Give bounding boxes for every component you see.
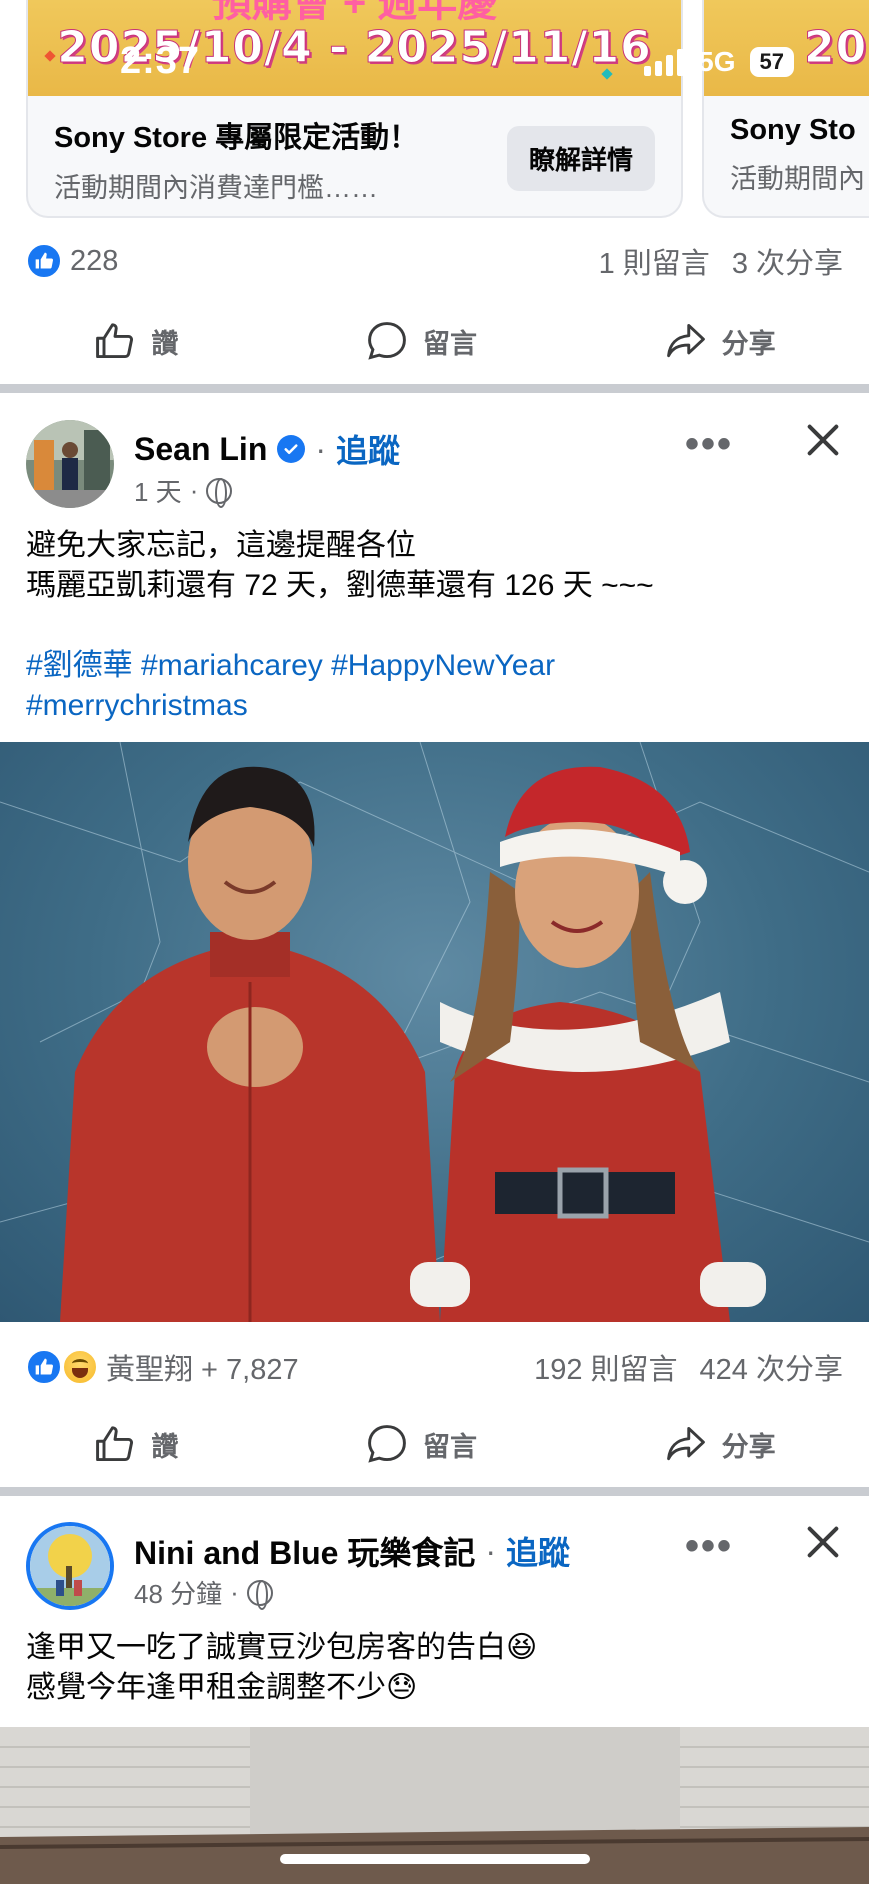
comment-bubble-icon [368,1425,406,1463]
like-count: 228 [70,244,119,277]
haha-reaction-icon [62,1349,98,1385]
ad-carousel[interactable]: 預購會 + 週年慶 2025/10/4 - 2025/11/16 Sony St… [0,0,869,222]
post-text: 感覺今年逢甲租金調整不少 [26,1671,386,1704]
feed-divider [0,384,869,393]
separator-dot: · [189,475,199,505]
like-reaction-icon [26,1349,62,1385]
ad-banner-dates: 2025/10/4 - 2025/11/16 [57,22,652,74]
close-icon[interactable] [803,420,843,460]
share-arrow-icon [666,323,705,358]
reaction-count[interactable]: 228 [26,243,118,279]
comment-label: 留言 [422,1431,477,1462]
share-label: 分享 [721,328,776,359]
post-text-spacer [26,606,843,646]
woman-figure [410,766,766,1322]
comment-count[interactable]: 1 則留言 [599,248,710,280]
reaction-count[interactable]: 黃聖翔 + 7,827 [26,1346,299,1388]
share-arrow-icon [666,1426,705,1461]
post-action-bar: 讚 留言 分享 [0,306,869,376]
follow-button[interactable]: 追蹤 [506,1528,570,1574]
like-button[interactable]: 讚 [93,319,178,363]
reaction-names: 黃聖翔 + 7,827 [106,1354,299,1386]
like-button[interactable]: 讚 [93,1422,178,1466]
post-action-bar: 讚 留言 分享 [0,1409,869,1479]
post-meta: 1 天 · [134,472,233,509]
post-meta: 48 分鐘 · [134,1574,273,1611]
avatar[interactable] [26,1522,114,1610]
more-dots-icon[interactable]: ••• [685,422,733,467]
post-reactions-summary[interactable]: 黃聖翔 + 7,827 192 則留言 424 次分享 [26,1346,843,1388]
engagement-counts[interactable]: 1 則留言 3 次分享 [599,240,843,282]
sweat-emoji-icon: 😓 [386,1671,418,1704]
separator-dot: · [485,1532,497,1569]
thumbs-up-icon [96,323,134,359]
home-indicator[interactable] [280,1854,590,1864]
globe-icon [246,1579,273,1610]
comment-label: 留言 [422,328,477,359]
ad-card[interactable]: 預購會 + 週年慶 2025/10/4 - 2025/11/16 Sony St… [26,0,683,218]
separator-dot: · [315,430,327,467]
post-author-line: Nini and Blue 玩樂食記 · 追蹤 [134,1528,570,1574]
avatar[interactable] [26,420,114,508]
share-button[interactable]: 分享 [664,319,776,363]
share-count[interactable]: 424 次分享 [700,1354,843,1386]
post-photo[interactable] [0,742,869,1322]
share-count[interactable]: 3 次分享 [732,248,843,280]
ad-body: Sony Sto 活動期間內 [704,96,869,196]
ad-banner-dates: 202 [804,22,869,74]
follow-button[interactable]: 追蹤 [336,426,400,472]
ad-description: 活動期間內 [730,164,865,194]
post-body: 避免大家忘記，這邊提醒各位 瑪麗亞凱莉還有 72 天，劉德華還有 126 天 ~… [26,526,843,726]
post-text-line: 感覺今年逢甲租金調整不少😓 [26,1668,843,1708]
hashtags-line[interactable]: #merrychristmas [26,686,843,726]
like-label: 讚 [151,1431,179,1462]
globe-icon [206,477,233,508]
verified-badge-icon [277,435,306,463]
post-text-line: 避免大家忘記，這邊提醒各位 [26,529,416,562]
author-name[interactable]: Nini and Blue 玩樂食記 [134,1528,475,1574]
like-reaction-icon [26,243,62,279]
laughing-emoji-icon: 😆 [506,1631,538,1664]
feed-divider [0,1487,869,1496]
ad-banner-image: 預購會 + 週年慶 2025/10/4 - 2025/11/16 [28,0,681,96]
post-time[interactable]: 1 天 [134,472,182,509]
comment-button[interactable]: 留言 [365,1422,477,1466]
post-body: 逢甲又一吃了誠實豆沙包房客的告白😆 感覺今年逢甲租金調整不少😓 [26,1628,843,1708]
close-icon[interactable] [803,1522,843,1562]
post-author-line: Sean Lin · 追蹤 [134,426,400,472]
ad-title: Sony Sto [730,114,856,146]
comment-count[interactable]: 192 則留言 [534,1354,677,1386]
ad-banner-image: 202 [704,0,869,96]
post-header: Sean Lin · 追蹤 1 天 · ••• [26,420,843,512]
engagement-counts[interactable]: 192 則留言 424 次分享 [534,1346,843,1388]
comment-bubble-icon [368,322,406,360]
separator-dot: · [230,1577,239,1607]
thumbs-up-icon [96,1426,134,1462]
post-text: 逢甲又一吃了誠實豆沙包房客的告白 [26,1631,506,1664]
post-text-line: 瑪麗亞凱莉還有 72 天，劉德華還有 126 天 ~~~ [26,569,654,602]
comment-button[interactable]: 留言 [365,319,477,363]
hashtags-line[interactable]: #劉德華 #mariahcarey #HappyNewYear [26,646,843,686]
more-dots-icon[interactable]: ••• [685,1524,733,1569]
author-name[interactable]: Sean Lin [134,431,267,468]
ad-body: Sony Store 專屬限定活動！ 活動期間內消費達門檻…… 瞭解詳情 [28,96,681,205]
post-header: Nini and Blue 玩樂食記 · 追蹤 48 分鐘 · ••• [26,1522,843,1614]
like-label: 讚 [151,328,179,359]
learn-more-button[interactable]: 瞭解詳情 [506,126,655,191]
share-button[interactable]: 分享 [664,1422,776,1466]
man-figure [60,766,440,1322]
post-time[interactable]: 48 分鐘 [134,1574,222,1611]
post-reactions-summary[interactable]: 228 1 則留言 3 次分享 [26,240,843,282]
share-label: 分享 [721,1431,776,1462]
ad-card-next[interactable]: 202 Sony Sto 活動期間內 [702,0,869,218]
post-text-line: 逢甲又一吃了誠實豆沙包房客的告白😆 [26,1628,843,1668]
